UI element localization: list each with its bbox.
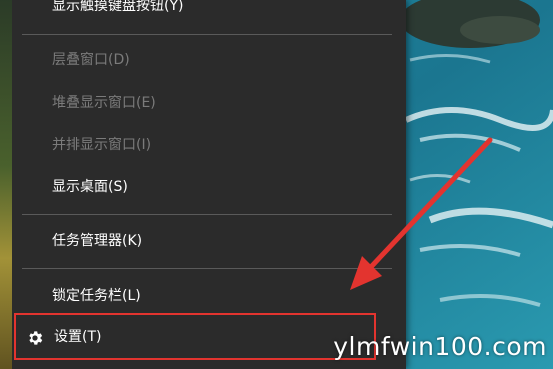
menu-item-task-manager[interactable]: 任务管理器(K) xyxy=(52,231,142,251)
menu-item-stack-windows: 堆叠显示窗口(E) xyxy=(52,95,156,111)
menu-item-settings-label: 设置(T) xyxy=(54,329,102,345)
menu-separator xyxy=(22,214,392,215)
menu-item-show-desktop[interactable]: 显示桌面(S) xyxy=(52,177,128,197)
menu-item-settings[interactable]: 设置(T) xyxy=(14,313,376,360)
menu-separator xyxy=(22,34,392,35)
menu-separator xyxy=(22,268,392,269)
taskbar-context-menu: 显示触摸键盘按钮(Y) 层叠窗口(D) 堆叠显示窗口(E) 并排显示窗口(I) … xyxy=(0,0,406,369)
gear-icon xyxy=(29,331,43,345)
watermark-text: ylmfwin100.com xyxy=(333,332,547,361)
menu-item-cascade-windows: 层叠窗口(D) xyxy=(52,52,130,68)
menu-item-show-touch-keyboard[interactable]: 显示触摸键盘按钮(Y) xyxy=(52,0,183,16)
menu-item-lock-taskbar[interactable]: 锁定任务栏(L) xyxy=(52,286,141,306)
menu-item-side-by-side-windows: 并排显示窗口(I) xyxy=(52,137,152,153)
